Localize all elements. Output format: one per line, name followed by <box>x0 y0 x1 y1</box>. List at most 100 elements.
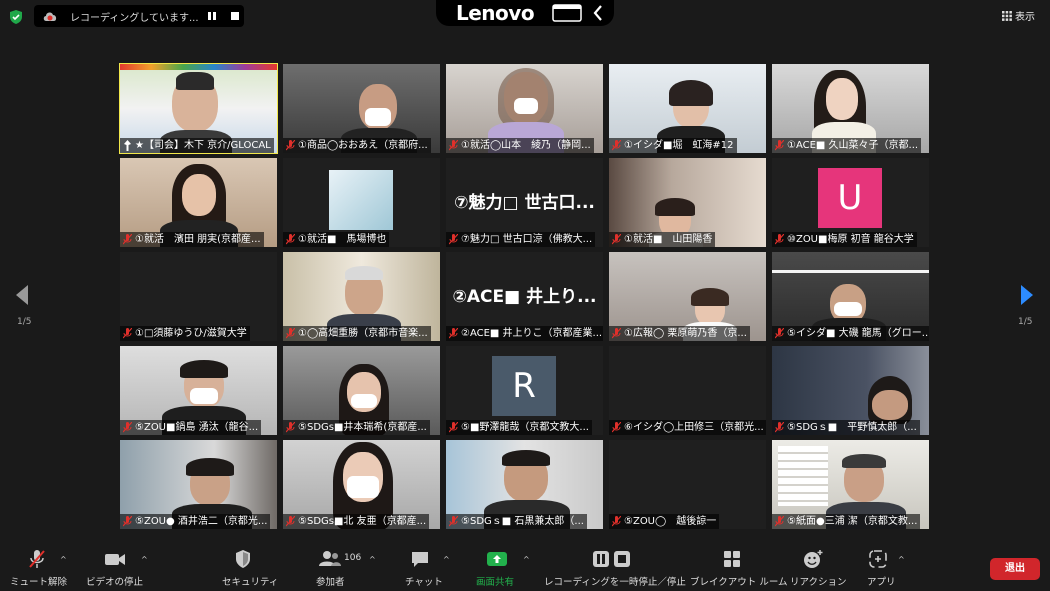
mic-muted-icon <box>286 328 295 339</box>
participant-name-tag: ⑤ZOU◯ 越後諒一 <box>609 514 720 529</box>
participant-name: ⑥イシダ◯上田修三（京都光... <box>624 422 764 433</box>
chevron-up-icon[interactable]: ^ <box>369 555 376 564</box>
mic-muted-icon <box>775 328 784 339</box>
reactions-label: リアクション <box>790 577 847 588</box>
participant-tile[interactable]: ⑤紙面●三浦 潔（京都文教... <box>772 440 929 529</box>
mic-muted-icon <box>612 422 621 433</box>
participant-tile[interactable]: ①就活 濱田 朋実(京都産... <box>120 158 277 247</box>
participant-name-tag: ①就活 濱田 朋実(京都産... <box>120 232 264 247</box>
mic-muted-icon <box>449 516 458 527</box>
participants-button[interactable]: 106 参加者 <box>312 541 372 591</box>
screen-icon[interactable] <box>552 4 582 22</box>
unmute-label: ミュート解除 <box>10 577 68 588</box>
mic-muted-icon <box>123 516 132 527</box>
participant-tile[interactable]: ⑤SDGs■北 友亜（京都産... <box>283 440 440 529</box>
stop-recording-icon[interactable] <box>230 11 240 21</box>
security-label: セキュリティ <box>222 577 279 588</box>
participant-tile[interactable]: ⑤ZOU■鍋島 湧汰（龍谷... <box>120 346 277 435</box>
share-screen-button[interactable]: 画面共有 <box>472 541 522 591</box>
unmute-button[interactable]: ミュート解除 <box>10 541 68 591</box>
participant-tile[interactable]: ①商品◯おおあえ（京都府... <box>283 64 440 153</box>
chevron-up-icon[interactable]: ^ <box>141 555 148 564</box>
participants-label: 参加者 <box>316 577 345 588</box>
participant-name: ①□須藤ゆうひ/滋賀大学 <box>135 328 247 339</box>
participant-tile[interactable]: ①就活■ 馬場博也 <box>283 158 440 247</box>
participant-tile[interactable]: ⑤ZOU◯ 越後諒一 <box>609 440 766 529</box>
mic-muted-icon <box>775 422 784 433</box>
participant-name: ⑤■野澤龍哉（京都文教大... <box>461 422 589 433</box>
shield-icon[interactable] <box>8 9 24 25</box>
leave-meeting-button[interactable]: 退出 <box>990 558 1040 580</box>
participant-tile[interactable]: ★【司会】木下 京介/GLOCAL <box>119 63 278 154</box>
mic-muted-icon <box>612 516 621 527</box>
mic-muted-icon <box>449 234 458 245</box>
participant-name: ①商品◯おおあえ（京都府... <box>298 140 428 151</box>
pause-recording-icon[interactable] <box>207 11 217 21</box>
participant-tile[interactable]: ①イシダ■堀 虹海#12 <box>609 64 766 153</box>
participant-name: ①ACE■ 久山菜々子（京都... <box>787 140 919 151</box>
mic-muted-icon <box>286 140 295 151</box>
participant-tile[interactable]: ⑤ZOU● 酒井浩二（京都光... <box>120 440 277 529</box>
participant-name: ②ACE■ 井上りこ（京都産業... <box>461 328 603 339</box>
participant-name-tag: ⑤SDGｓ■ 平野慎太郎（... <box>772 420 920 435</box>
participant-name-tag: ⑩ZOU■梅原 初音 龍谷大学 <box>772 232 917 247</box>
chevron-up-icon[interactable]: ^ <box>898 555 905 564</box>
participant-tile[interactable]: ①就活◯山本 綾乃（静岡... <box>446 64 603 153</box>
participant-name-tag: ★【司会】木下 京介/GLOCAL <box>120 138 274 153</box>
chevron-up-icon[interactable]: ^ <box>60 555 67 564</box>
participant-tile[interactable]: ⑥イシダ◯上田修三（京都光... <box>609 346 766 435</box>
mic-muted-icon <box>449 140 458 151</box>
participant-tile[interactable]: ⑤SDGｓ■ 石黒兼太郎（... <box>446 440 603 529</box>
share-screen-icon <box>487 552 507 566</box>
participant-tile[interactable]: ①ACE■ 久山菜々子（京都... <box>772 64 929 153</box>
participant-name: ⑤SDGs■井本瑞希(京都産... <box>298 422 427 433</box>
participant-name: ①就活 濱田 朋実(京都産... <box>135 234 261 245</box>
breakout-rooms-icon <box>724 551 740 567</box>
participant-tile[interactable]: ①広報◯ 栗原萌乃香（京... <box>609 252 766 341</box>
pause-stop-recording-icon <box>593 551 630 567</box>
participant-tile[interactable]: ⑦魅力□ 世古口... ⑦魅力□ 世古口涼（佛教大... <box>446 158 603 247</box>
participant-name: ⑤紙面●三浦 潔（京都文教... <box>787 516 918 527</box>
participant-tile[interactable]: ⑤SDGｓ■ 平野慎太郎（... <box>772 346 929 435</box>
mic-muted-icon <box>286 234 295 245</box>
participant-name: ⑤ZOU■鍋島 湧汰（龍谷... <box>135 422 259 433</box>
chat-button[interactable]: チャット <box>400 541 443 591</box>
recording-control-button[interactable]: レコーディングを一時停止／停止 <box>542 541 686 591</box>
participant-name: ⑤イシダ■ 大磯 龍馬（グロー... <box>787 328 929 339</box>
participant-name-tag: ①就活■ 山田陽香 <box>609 232 716 247</box>
participant-tile[interactable]: ⑤SDGs■井本瑞希(京都産... <box>283 346 440 435</box>
security-button[interactable]: セキュリティ <box>220 541 278 591</box>
meeting-toolbar: ミュート解除 ^ ビデオの停止 ^ セキュリティ 106 参加者 ^ チャット … <box>0 541 1050 591</box>
participant-name-tag: ⑦魅力□ 世古口涼（佛教大... <box>446 232 596 247</box>
share-screen-label: 画面共有 <box>476 577 515 588</box>
chevron-up-icon[interactable]: ^ <box>443 555 450 564</box>
breakout-rooms-button[interactable]: ブレイクアウト ルーム <box>690 541 788 591</box>
participant-avatar: R <box>492 356 556 416</box>
brand-bar: Lenovo <box>436 0 614 26</box>
participant-tile[interactable]: ①□須藤ゆうひ/滋賀大学 <box>120 252 277 341</box>
participant-name: ①イシダ■堀 虹海#12 <box>624 140 734 151</box>
participant-name: ①就活■ 山田陽香 <box>624 234 713 245</box>
participant-name-tag: ⑤ZOU● 酒井浩二（京都光... <box>120 514 271 529</box>
next-page-arrow-icon[interactable] <box>1019 284 1035 306</box>
participant-tile[interactable]: ⑤イシダ■ 大磯 龍馬（グロー... <box>772 252 929 341</box>
participant-tile[interactable]: R ⑤■野澤龍哉（京都文教大... <box>446 346 603 435</box>
participant-tile[interactable]: ②ACE■ 井上り... ②ACE■ 井上りこ（京都産業... <box>446 252 603 341</box>
previous-page-arrow-icon[interactable] <box>14 284 30 306</box>
mic-muted-icon <box>612 234 621 245</box>
participant-tile[interactable]: U ⑩ZOU■梅原 初音 龍谷大学 <box>772 158 929 247</box>
recording-indicator: レコーディングしています... <box>34 5 244 27</box>
participant-tile[interactable]: ①就活■ 山田陽香 <box>609 158 766 247</box>
reactions-button[interactable]: リアクション <box>788 541 847 591</box>
apps-label: アプリ <box>867 577 896 588</box>
recording-control-label: レコーディングを一時停止／停止 <box>544 577 686 588</box>
view-button[interactable]: 表示 <box>1002 8 1035 23</box>
participant-name: ⑤SDGｓ■ 平野慎太郎（... <box>787 422 917 433</box>
stop-video-button[interactable]: ビデオの停止 <box>84 541 144 591</box>
participant-tile[interactable]: ①◯高畑重勝（京都市音楽... <box>283 252 440 341</box>
chevron-up-icon[interactable]: ^ <box>523 555 530 564</box>
chevron-left-icon[interactable] <box>592 4 604 22</box>
participant-name: ⑦魅力□ 世古口涼（佛教大... <box>461 234 593 245</box>
apps-button[interactable]: アプリ <box>862 541 896 591</box>
participant-name-tag: ①広報◯ 栗原萌乃香（京... <box>609 326 750 341</box>
